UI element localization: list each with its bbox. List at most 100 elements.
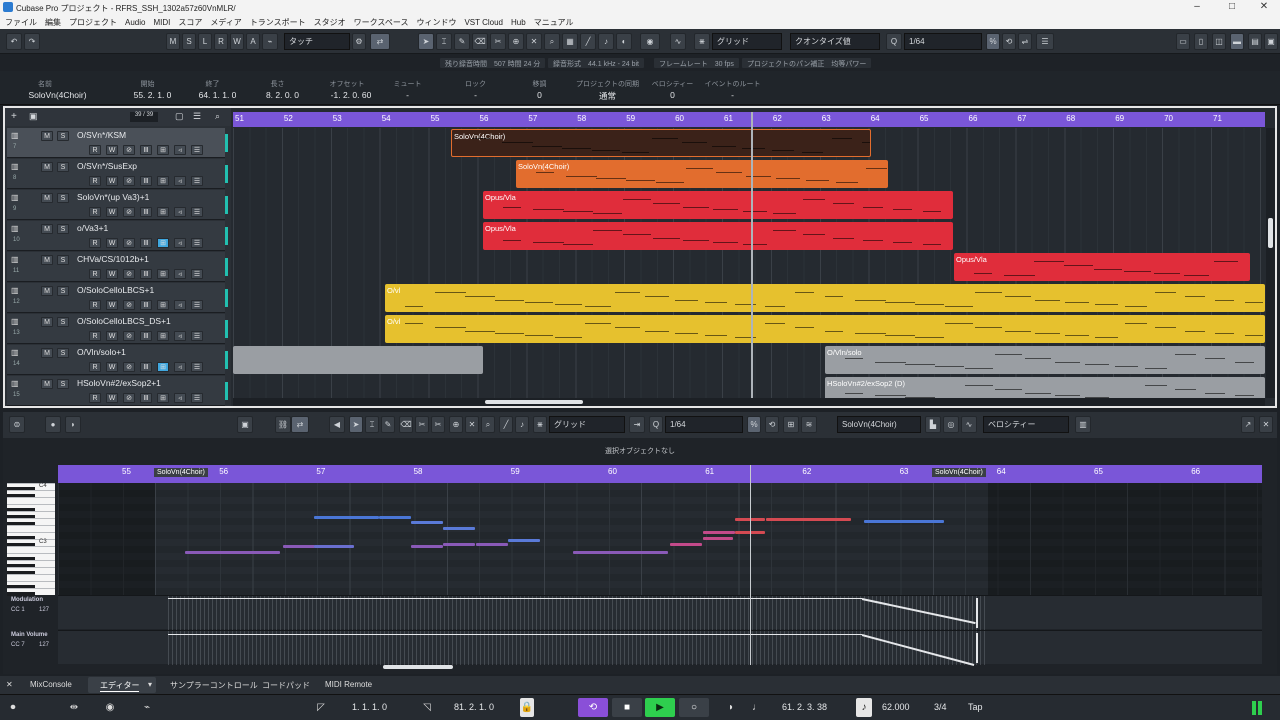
midi-note[interactable] xyxy=(703,531,735,534)
play-button[interactable]: ▶ xyxy=(645,698,675,717)
settings-icon[interactable]: ⚙ xyxy=(352,33,366,50)
info-value-mute[interactable]: - xyxy=(380,90,435,100)
event-part[interactable]: O/Vln/solo xyxy=(825,346,1265,374)
layout-icon-1[interactable]: ▭ xyxy=(1176,33,1190,50)
editor-length-icon[interactable]: ⊞ xyxy=(783,416,799,433)
snap-curve-icon[interactable]: ∿ xyxy=(670,33,686,50)
tab-editor-dropdown-icon[interactable]: ▾ xyxy=(148,680,152,689)
event-part[interactable]: Opus/Vla xyxy=(954,253,1250,281)
editor-chart-icon[interactable]: ▙ xyxy=(925,416,941,433)
event-part[interactable]: Opus/Vla xyxy=(483,222,953,250)
note-grid[interactable] xyxy=(58,483,1262,595)
info-value-sync[interactable]: 通常 xyxy=(570,90,645,102)
editor-snap-icon[interactable]: ⋇ xyxy=(533,416,547,433)
punch-out-icon[interactable]: ◗ xyxy=(724,698,738,717)
editor-trim-tool-icon[interactable]: ✂ xyxy=(415,416,429,433)
tab-mixconsole[interactable]: MixConsole xyxy=(30,680,72,689)
erase-tool-icon[interactable]: ⌫ xyxy=(472,33,488,50)
frame-rate-status[interactable]: フレームレート 30 fps xyxy=(654,58,739,68)
play-tool-icon[interactable]: ♪ xyxy=(598,33,614,50)
layout-icon-3[interactable]: ◫ xyxy=(1212,33,1226,50)
automation-mode-select[interactable]: タッチ xyxy=(284,33,350,50)
menu-studio[interactable]: スタジオ xyxy=(314,17,346,28)
right-locator-icon[interactable]: ◹ xyxy=(420,698,434,717)
midi-note[interactable] xyxy=(314,516,379,519)
menu-audio[interactable]: Audio xyxy=(125,18,145,27)
stop-button[interactable]: ■ xyxy=(612,698,642,717)
iterative-quantize-icon[interactable]: % xyxy=(986,33,1000,50)
quantize-apply-icon[interactable]: ⟲ xyxy=(1002,33,1016,50)
menu-hub[interactable]: Hub xyxy=(511,18,526,27)
midi-note[interactable] xyxy=(670,543,702,546)
event-part[interactable]: Opus/Vla xyxy=(483,191,953,219)
event-part[interactable]: SoloVn(4Choir) xyxy=(451,129,871,157)
right-locator[interactable]: 81. 2. 1. 0 xyxy=(454,702,494,712)
editor-glue-tool-icon[interactable]: ⊕ xyxy=(449,416,463,433)
editor-piano-icon[interactable]: ▥ xyxy=(1075,416,1091,433)
menu-score[interactable]: スコア xyxy=(178,17,202,28)
lock-icon[interactable]: 🔒 xyxy=(520,698,534,717)
quantize-value-select[interactable]: 1/64 xyxy=(904,33,982,50)
quantize-reset-icon[interactable]: ⇌ xyxy=(1018,33,1032,50)
editor-open-window-icon[interactable]: ↗ xyxy=(1241,416,1255,433)
editor-zoom-tool-icon[interactable]: ⌕ xyxy=(481,416,495,433)
v-scroll-thumb[interactable] xyxy=(1268,218,1273,248)
glue-tool-icon[interactable]: ⊕ xyxy=(508,33,524,50)
editor-range-tool-icon[interactable]: ⌶ xyxy=(365,416,379,433)
line-tool-icon[interactable]: ╱ xyxy=(580,33,596,50)
menu-file[interactable]: ファイル xyxy=(5,17,37,28)
midi-note[interactable] xyxy=(379,516,411,519)
write-button[interactable]: W xyxy=(230,33,244,50)
menu-workspace[interactable]: ワークスペース xyxy=(354,17,409,28)
link-icon[interactable]: ⛓ xyxy=(275,416,291,433)
time-format-icon[interactable]: ♩ xyxy=(750,698,764,717)
draw-tool-icon[interactable]: ✎ xyxy=(454,33,470,50)
left-locator-icon[interactable]: ◸ xyxy=(314,698,328,717)
record-time-status[interactable]: 残り録音時間 507 時間 24 分 xyxy=(440,58,546,68)
record-button[interactable]: ○ xyxy=(679,698,709,717)
midi-note[interactable] xyxy=(573,551,668,554)
editor-layers-icon[interactable]: ≋ xyxy=(801,416,817,433)
event-part[interactable]: O/vl xyxy=(385,315,1265,343)
event-part[interactable]: O/vl xyxy=(385,284,1265,312)
info-value-length[interactable]: 8. 2. 0. 0 xyxy=(250,90,315,100)
record-format-status[interactable]: 録音形式 44.1 kHz - 24 bit xyxy=(548,58,644,68)
audition-icon[interactable]: ◗ xyxy=(65,416,81,433)
cc-lane[interactable] xyxy=(58,595,1262,630)
camera-icon[interactable]: ▣ xyxy=(237,416,253,433)
editor-select-tool-icon[interactable]: ➤ xyxy=(349,416,363,433)
layout-icon-2[interactable]: ▯ xyxy=(1194,33,1208,50)
metronome-mode-icon[interactable]: ◉ xyxy=(100,698,120,717)
close-button[interactable]: ✕ xyxy=(1252,1,1276,14)
piano-keyboard[interactable]: C4 C3 xyxy=(7,483,55,596)
range-tool-icon[interactable]: ⌶ xyxy=(436,33,452,50)
info-value-root[interactable]: - xyxy=(700,90,765,100)
editor-scroll-thumb[interactable] xyxy=(383,665,453,669)
editor-play-tool-icon[interactable]: ♪ xyxy=(515,416,529,433)
midi-note[interactable] xyxy=(508,539,540,542)
menu-project[interactable]: プロジェクト xyxy=(69,17,117,28)
midi-note[interactable] xyxy=(411,521,443,524)
editor-quantize-select[interactable]: 1/64 xyxy=(665,416,743,433)
listen-button[interactable]: L xyxy=(198,33,212,50)
midi-note[interactable] xyxy=(411,545,443,548)
left-locator[interactable]: 1. 1. 1. 0 xyxy=(352,702,387,712)
solo-all-button[interactable]: S xyxy=(182,33,196,50)
object-selection-tool-icon[interactable]: ➤ xyxy=(418,33,434,50)
event-part[interactable]: SoloVn(4Choir) xyxy=(516,160,888,188)
event-part-grey[interactable] xyxy=(233,346,483,374)
midi-note[interactable] xyxy=(766,518,851,521)
tap-tempo-button[interactable]: Tap xyxy=(968,702,983,712)
color-tool-icon[interactable]: ◐ xyxy=(616,33,632,50)
mute-all-button[interactable]: M xyxy=(166,33,180,50)
editor-part-select[interactable]: SoloVn(4Choir) xyxy=(837,416,921,433)
undo-icon[interactable]: ↶ xyxy=(6,33,22,50)
info-value-lock[interactable]: - xyxy=(448,90,503,100)
cycle-button[interactable]: ⟲ xyxy=(578,698,608,717)
menu-transport[interactable]: トランスポート xyxy=(250,17,306,28)
project-horizontal-scrollbar[interactable] xyxy=(233,398,1265,406)
editor-split-tool-icon[interactable]: ✂ xyxy=(431,416,445,433)
tab-editor[interactable]: エディター xyxy=(100,680,140,692)
info-value-end[interactable]: 64. 1. 1. 0 xyxy=(185,90,250,100)
editor-settings-icon[interactable]: ⊜ xyxy=(9,416,25,433)
